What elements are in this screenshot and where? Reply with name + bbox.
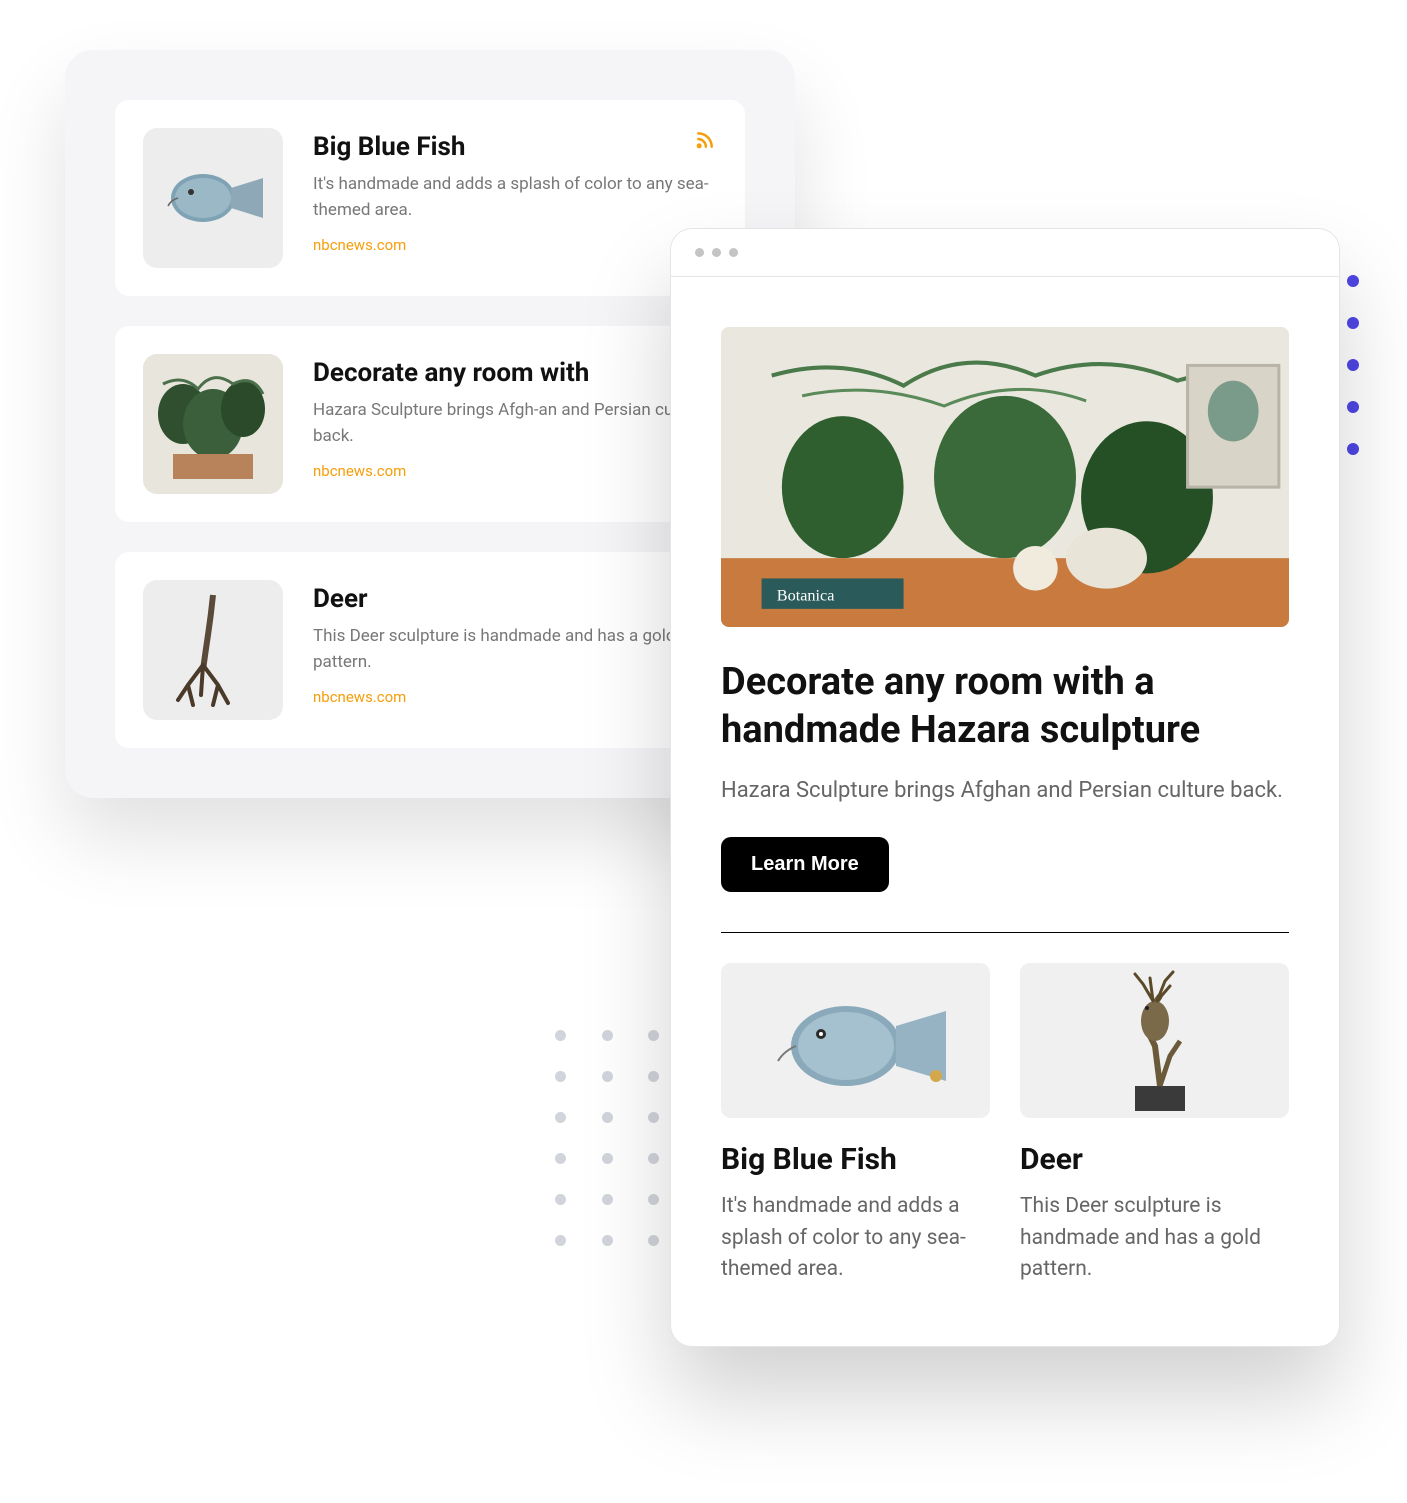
hero-title: Decorate any room with a handmade Hazara… <box>721 659 1289 754</box>
svg-text:Botanica: Botanica <box>777 587 835 605</box>
feed-title: Big Blue Fish <box>313 132 717 162</box>
traffic-light-dot <box>712 248 721 257</box>
feed-description: It's handmade and adds a splash of color… <box>313 172 717 223</box>
feed-source-link[interactable]: nbcnews.com <box>313 236 406 254</box>
product-card[interactable]: Big Blue Fish It's handmade and adds a s… <box>721 963 990 1286</box>
feed-thumbnail <box>143 580 283 720</box>
product-description: This Deer sculpture is handmade and has … <box>1020 1191 1289 1286</box>
learn-more-button[interactable]: Learn More <box>721 837 889 892</box>
product-card[interactable]: Deer This Deer sculpture is handmade and… <box>1020 963 1289 1286</box>
feed-thumbnail <box>143 128 283 268</box>
feed-description: Hazara Sculpture brings Afgh-an and Pers… <box>313 398 717 449</box>
product-thumbnail <box>1020 963 1289 1118</box>
feed-description: This Deer sculpture is handmade and has … <box>313 624 717 675</box>
product-thumbnail <box>721 963 990 1118</box>
feed-thumbnail <box>143 354 283 494</box>
hero-image: Botanica <box>721 327 1289 627</box>
feed-card[interactable]: Big Blue Fish It's handmade and adds a s… <box>115 100 745 296</box>
feed-title: Decorate any room with <box>313 358 717 388</box>
feed-card[interactable]: Decorate any room with Hazara Sculpture … <box>115 326 745 522</box>
product-title: Big Blue Fish <box>721 1142 990 1177</box>
feed-title: Deer <box>313 584 717 614</box>
section-divider <box>721 932 1289 933</box>
feed-source-link[interactable]: nbcnews.com <box>313 462 406 480</box>
product-title: Deer <box>1020 1142 1289 1177</box>
hero-description: Hazara Sculpture brings Afghan and Persi… <box>721 774 1289 807</box>
dots-grey-decoration <box>555 1030 665 1246</box>
traffic-light-dot <box>729 248 738 257</box>
rss-icon <box>695 130 715 150</box>
product-description: It's handmade and adds a splash of color… <box>721 1191 990 1286</box>
traffic-light-dot <box>695 248 704 257</box>
feed-card[interactable]: Deer This Deer sculpture is handmade and… <box>115 552 745 748</box>
newsletter-preview-panel: Botanica Decorate any room with a handma… <box>670 228 1340 1347</box>
browser-chrome-bar <box>671 229 1339 277</box>
feed-source-link[interactable]: nbcnews.com <box>313 688 406 706</box>
